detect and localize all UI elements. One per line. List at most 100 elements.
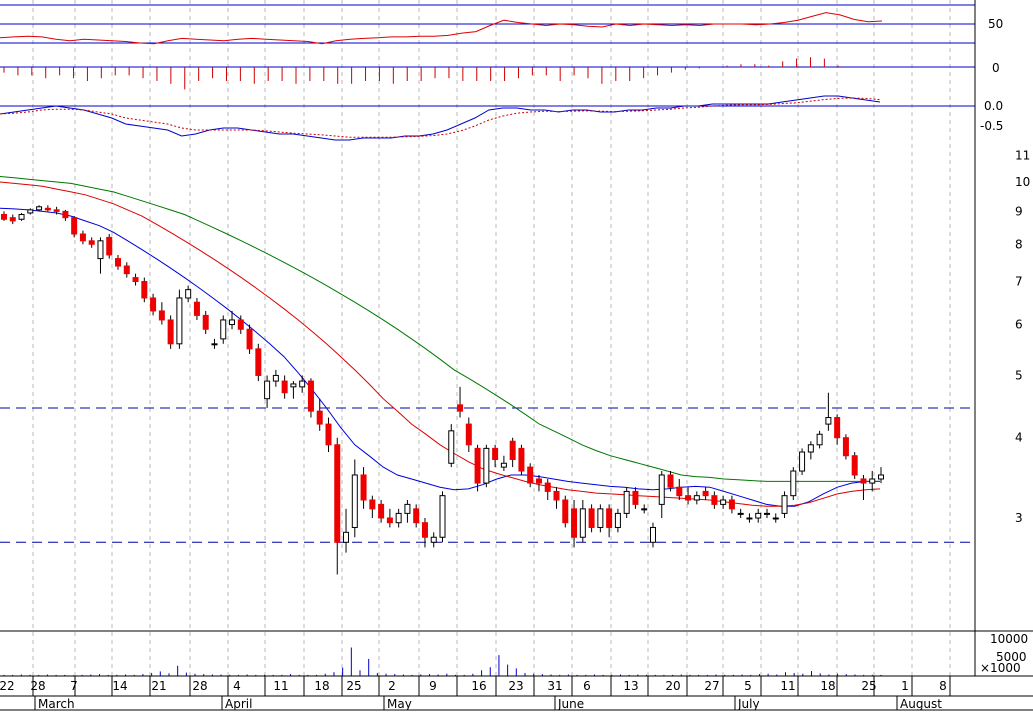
month-label: July — [737, 697, 760, 711]
candle-body — [299, 380, 306, 388]
price-tick-label: 9 — [1015, 204, 1023, 218]
day-tick-label: 4 — [233, 679, 241, 693]
day-tick-label: 13 — [623, 679, 638, 693]
sma-short-line — [0, 207, 880, 507]
day-tick-label: 22 — [0, 679, 15, 693]
candle-body — [439, 495, 446, 538]
day-tick-label: 23 — [508, 679, 523, 693]
day-tick-label: 7 — [70, 679, 78, 693]
macd-tick-label: -0.5 — [980, 119, 1003, 133]
candle-body — [413, 508, 420, 524]
price-tick-label: 11 — [1015, 148, 1030, 162]
candle-body — [772, 517, 779, 520]
candle-body — [728, 499, 735, 510]
candle-body — [658, 474, 665, 505]
candle-body — [676, 486, 683, 497]
candle-body — [457, 404, 464, 412]
candle-body — [527, 466, 534, 484]
month-label: August — [900, 697, 942, 711]
candle-body — [167, 319, 174, 345]
candle-body — [649, 526, 656, 543]
price-tick-label: 3 — [1015, 511, 1023, 525]
day-tick-label: 20 — [665, 679, 680, 693]
day-tick-label: 14 — [112, 679, 127, 693]
candle-body — [720, 499, 727, 505]
candle-body — [334, 444, 341, 543]
candle-body — [229, 319, 236, 326]
candle-body — [27, 209, 34, 214]
candle-body — [220, 319, 227, 340]
candle-body — [351, 474, 358, 528]
candle-body — [79, 233, 86, 242]
candle-body — [851, 455, 858, 476]
candle-body — [307, 380, 314, 412]
candle-body — [825, 417, 832, 425]
candle-body — [799, 451, 806, 472]
candle-body — [842, 437, 849, 457]
candle-body — [202, 314, 209, 330]
candle-body — [1, 214, 7, 220]
candle-body — [360, 474, 367, 501]
day-tick-label: 28 — [192, 679, 207, 693]
candle-body — [597, 508, 604, 528]
month-label: June — [557, 697, 584, 711]
candle-body — [755, 512, 762, 519]
candle-body — [544, 482, 551, 492]
candle-body — [632, 490, 639, 505]
day-tick-label: 5 — [744, 679, 752, 693]
candle-body — [500, 462, 507, 468]
volume-tick-label: 10000 — [990, 632, 1028, 646]
macd-panel — [0, 95, 975, 141]
day-tick-label: 18 — [820, 679, 835, 693]
candle-body — [150, 297, 157, 312]
volume-panel — [3, 647, 882, 676]
candle-body — [97, 240, 104, 260]
candle-body — [404, 503, 411, 514]
candle-body — [88, 240, 95, 245]
day-tick-label: 11 — [273, 679, 288, 693]
candle-body — [746, 517, 753, 520]
candle-body — [176, 297, 183, 345]
axes: 5000.0-0.511109876543100005000×100022 28 7… — [0, 0, 1033, 711]
candle-body — [588, 508, 595, 528]
candle-body — [123, 265, 130, 275]
candle-body — [255, 348, 262, 376]
price-tick-label: 8 — [1015, 237, 1023, 251]
day-tick-label: 25 — [346, 679, 361, 693]
volume-unit-label: ×1000 — [980, 661, 1021, 675]
candle-body — [641, 508, 648, 511]
day-tick-label: 8 — [939, 679, 947, 693]
candle-body — [763, 512, 770, 515]
candle-body — [667, 474, 674, 488]
day-tick-label: 11 — [780, 679, 795, 693]
candle-body — [474, 447, 481, 484]
candle-body — [264, 380, 271, 400]
candle-body — [448, 430, 455, 464]
candle-body — [290, 383, 297, 388]
candle-body — [553, 490, 560, 501]
candle-body — [571, 508, 578, 538]
candle-body — [492, 447, 499, 460]
candle-body — [711, 495, 718, 505]
month-label: April — [225, 697, 252, 711]
day-tick-label: 27 — [704, 679, 719, 693]
day-tick-label: 18 — [314, 679, 329, 693]
candle-body — [246, 328, 253, 350]
price-tick-label: 7 — [1015, 275, 1023, 289]
month-label: March — [38, 697, 75, 711]
price-panel — [0, 176, 975, 575]
candle-body — [158, 310, 165, 321]
day-tick-label: 1 — [901, 679, 909, 693]
candle-body — [702, 490, 709, 497]
candle-body — [53, 209, 60, 212]
hist-tick-label: 0 — [992, 61, 1000, 75]
candle-body — [106, 236, 113, 256]
candle-body — [9, 217, 16, 222]
candle-body — [518, 447, 525, 472]
candle-body — [790, 470, 797, 497]
candle-body — [465, 423, 472, 446]
histogram-panel — [0, 57, 975, 90]
price-tick-label: 6 — [1015, 318, 1023, 332]
candle-body — [62, 210, 69, 219]
candle-body — [562, 499, 569, 524]
